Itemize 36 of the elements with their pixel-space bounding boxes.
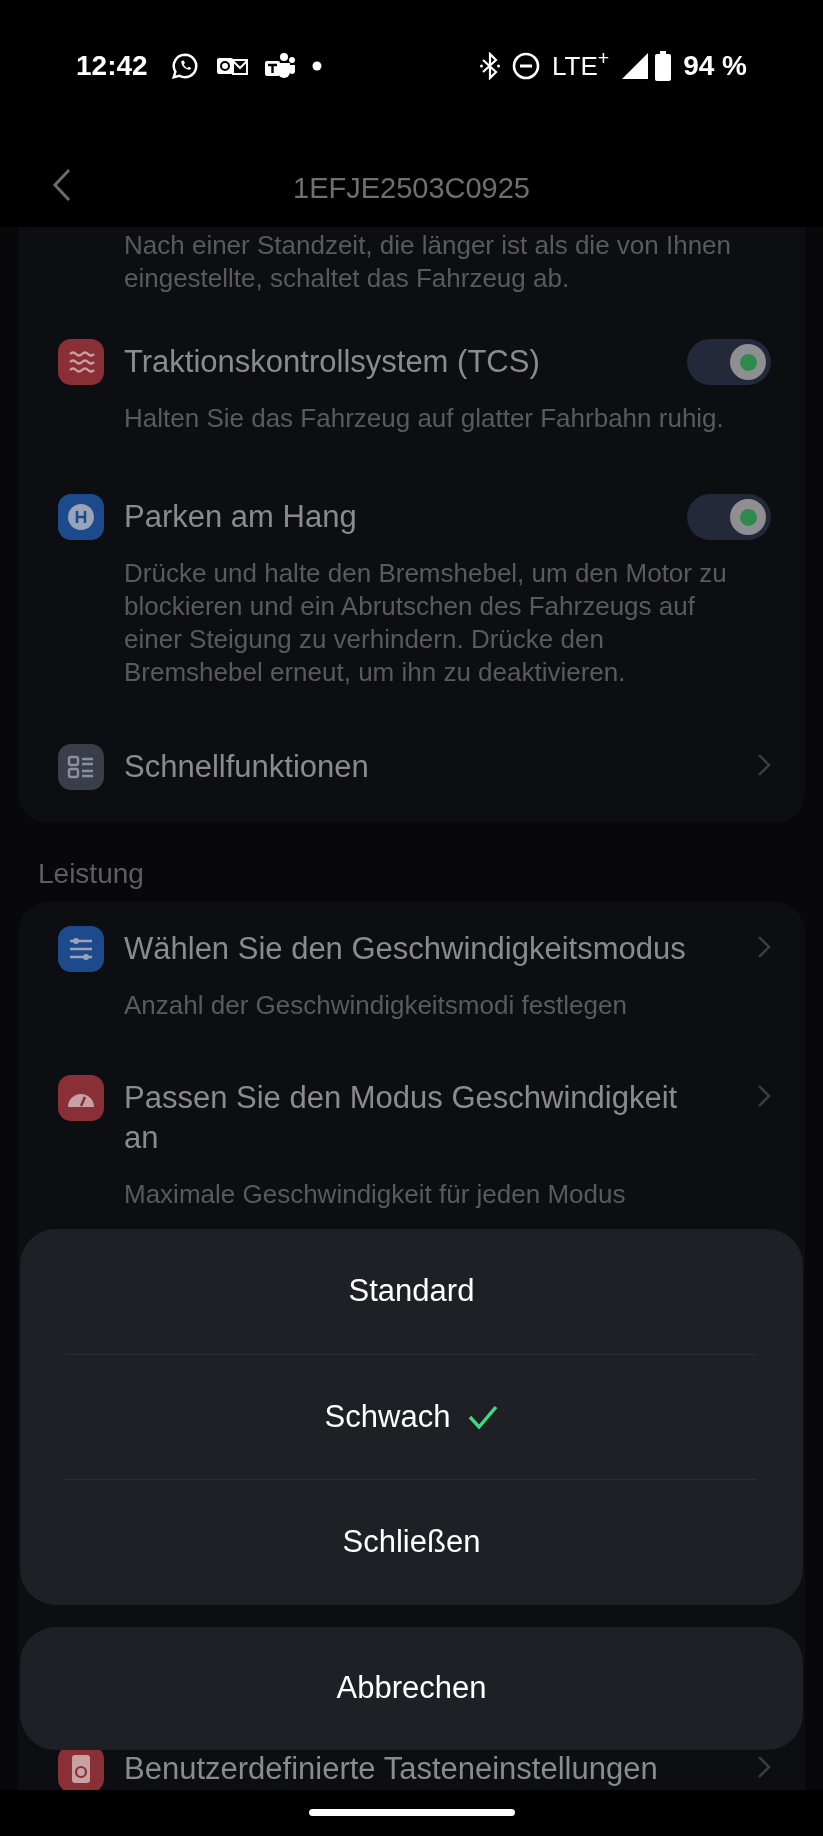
setting-description: Drücke und halte den Bremshebel, um den Motor zu blockieren und ein Abrutschen des Fahrzeugs auf einer Steigung zu verhindern. Drücke den Bremshebel erneut, um ihn zu deaktivieren. (124, 557, 728, 689)
team-app-icon (263, 52, 296, 80)
chevron-right-icon (757, 1755, 771, 1779)
battery-icon (655, 51, 672, 81)
sheet-option[interactable]: Standard (66, 1229, 757, 1354)
network-text: LTE$^{+}$ (552, 46, 610, 83)
sheet-option[interactable]: Schwach (66, 1354, 757, 1480)
chevron-right-icon (757, 1084, 771, 1108)
setting-title[interactable]: Passen Sie den Modus Geschwindigkeit an (124, 1078, 694, 1158)
chevron-right-icon (757, 935, 771, 959)
setting-description: Halten Sie das Fahrzeug auf glatter Fahrbahn ruhig. (124, 402, 725, 435)
battery-text: 94 % (683, 49, 747, 83)
setting-description: Anzahl der Geschwindigkeitsmodi festlegen (124, 989, 628, 1022)
home-indicator[interactable] (308, 1808, 515, 1816)
setting-title[interactable]: Benutzerdefinierte Tasteneinstellungen (124, 1749, 658, 1789)
cancel-button[interactable]: Abbrechen (20, 1627, 803, 1750)
checkmark-icon (468, 1404, 499, 1430)
bluetooth-icon (480, 52, 500, 80)
setting-title[interactable]: Traktionskontrollsystem (TCS) (124, 342, 540, 382)
setting-title[interactable]: Parken am Hang (124, 497, 357, 537)
signal-icon (621, 52, 650, 80)
sheet-option[interactable]: Schließen (66, 1480, 757, 1605)
setting-title[interactable]: Wählen Sie den Geschwindigkeitsmodus (124, 929, 686, 969)
setting-description: Nach einer Standzeit, die länger ist als die von Ihnen eingestellte, schaltet das Fahrzeug ab. (124, 229, 733, 295)
toggle-switch[interactable] (687, 494, 771, 540)
clock-text: 12:42 (76, 49, 148, 83)
screen-title: 1EFJE2503C0925 (293, 170, 530, 206)
do-not-disturb-icon (512, 52, 540, 80)
dot-icon (311, 61, 322, 71)
chat-app-icon (169, 51, 200, 81)
toggle-switch[interactable] (687, 339, 771, 385)
setting-description: Maximale Geschwindigkeit für jeden Modus (124, 1178, 627, 1211)
section-heading: Leistung (38, 857, 145, 890)
back-icon[interactable] (52, 168, 72, 202)
chevron-right-icon (757, 753, 771, 777)
setting-title[interactable]: Schnellfunktionen (124, 747, 369, 787)
